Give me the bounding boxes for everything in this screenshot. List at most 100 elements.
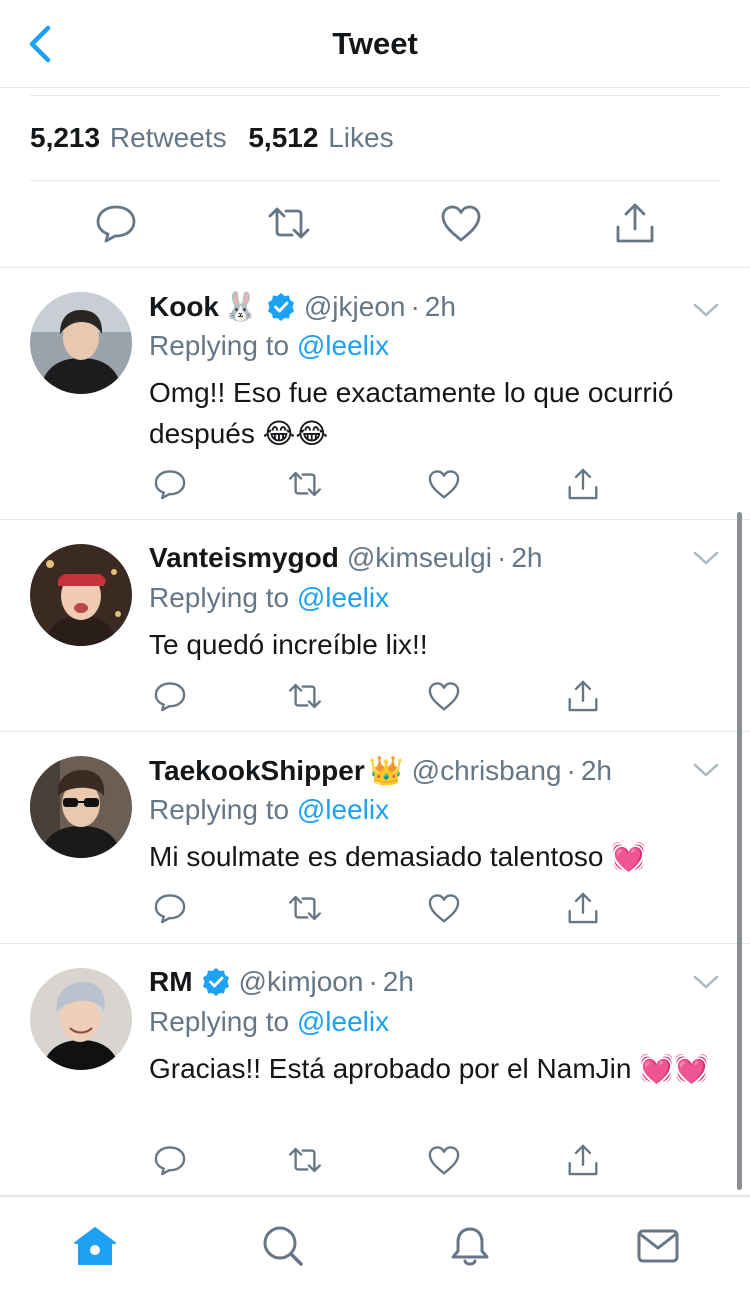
share-button[interactable]	[612, 200, 658, 246]
avatar-image	[30, 756, 132, 858]
retweet-icon[interactable]	[287, 1142, 323, 1178]
bottom-tab-bar	[0, 1196, 750, 1294]
replying-to-line: Replying to @leelix	[149, 794, 389, 826]
tab-search[interactable]	[259, 1223, 305, 1269]
separator-dot: ·	[368, 966, 378, 997]
share-icon[interactable]	[565, 1142, 601, 1178]
replying-to-handle[interactable]: @leelix	[297, 794, 389, 825]
separator-dot: ·	[566, 754, 576, 786]
reply-tweet[interactable]: Kook 🐰 @jkjeon · 2h Replying to @leelix …	[0, 268, 750, 520]
user-handle[interactable]: @jkjeon	[304, 291, 406, 323]
replying-to-line: Replying to @leelix	[149, 1006, 389, 1038]
tab-notifications[interactable]	[447, 1223, 493, 1269]
reply-tweet[interactable]: TaekookShipper 👑 @chrisbang · 2h Replyin…	[0, 732, 750, 944]
avatar[interactable]	[30, 292, 132, 394]
user-handle[interactable]: @kimjoon	[239, 966, 364, 998]
display-name[interactable]: Kook	[149, 291, 219, 323]
reply-text: Omg!! Eso fue exactamente lo que ocurrió…	[149, 377, 674, 449]
avatar-image	[30, 292, 132, 394]
timestamp: 2h	[382, 966, 414, 997]
timestamp: 2h	[424, 290, 456, 322]
retweet-icon[interactable]	[287, 890, 323, 926]
timestamp: 2h	[580, 754, 612, 786]
likes-count[interactable]: 5,512	[248, 122, 318, 153]
share-icon[interactable]	[565, 678, 601, 714]
tab-messages[interactable]	[635, 1223, 681, 1269]
display-name[interactable]: RM	[149, 966, 193, 998]
chevron-down-icon[interactable]	[692, 760, 720, 780]
speech-bubble-icon[interactable]	[152, 678, 188, 714]
avatar-image	[30, 968, 132, 1070]
replying-to-handle[interactable]: @leelix	[297, 1006, 389, 1037]
reply-action-bar	[149, 678, 619, 718]
replying-to-label: Replying to	[149, 582, 290, 613]
page-title: Tweet	[332, 26, 418, 61]
replying-to-handle[interactable]: @leelix	[297, 330, 389, 361]
speech-bubble-icon[interactable]	[152, 890, 188, 926]
speech-bubble-icon[interactable]	[152, 1142, 188, 1178]
tweet-action-bar	[0, 196, 750, 252]
heart-icon[interactable]	[426, 890, 462, 926]
avatar-image	[30, 544, 132, 646]
name-emoji: 🐰	[223, 291, 258, 322]
reply-text: Gracias!! Está aprobado por el NamJin 💓💓	[149, 1053, 709, 1084]
chevron-down-icon[interactable]	[692, 972, 720, 992]
display-name[interactable]: Vanteismygod	[149, 542, 339, 574]
user-handle[interactable]: @kimseulgi	[347, 542, 492, 574]
user-handle[interactable]: @chrisbang	[412, 755, 562, 787]
reply-action-bar	[149, 1142, 619, 1182]
reply-text: Mi soulmate es demasiado talentoso 💓	[149, 841, 647, 872]
share-icon[interactable]	[565, 466, 601, 502]
top-nav-bar: Tweet	[0, 0, 750, 88]
divider	[30, 180, 720, 181]
speech-bubble-icon[interactable]	[152, 466, 188, 502]
replying-to-line: Replying to @leelix	[149, 330, 389, 362]
replying-to-label: Replying to	[149, 794, 290, 825]
replying-to-label: Replying to	[149, 330, 290, 361]
search-icon	[263, 1226, 303, 1266]
replying-to-label: Replying to	[149, 1006, 290, 1037]
envelope-icon	[637, 1229, 679, 1263]
heart-icon[interactable]	[426, 466, 462, 502]
verified-badge-icon	[202, 968, 229, 996]
divider	[30, 95, 720, 96]
reply-tweet[interactable]: RM @kimjoon · 2h Replying to @leelix Gra…	[0, 944, 750, 1196]
name-emoji: 👑	[368, 755, 404, 786]
replying-to-line: Replying to @leelix	[149, 582, 389, 614]
reply-text: Te quedó increíble lix!!	[149, 629, 428, 660]
like-button[interactable]	[438, 200, 484, 246]
verified-badge-icon	[267, 292, 294, 321]
reply-tweet[interactable]: Vanteismygod @kimseulgi · 2h Replying to…	[0, 520, 750, 732]
reply-button[interactable]	[93, 200, 139, 246]
heart-icon[interactable]	[426, 678, 462, 714]
share-icon	[616, 203, 654, 243]
tweet-detail-screen: Tweet 5,213 Retweets 5,512 Likes Kook 🐰 …	[0, 0, 750, 1294]
share-icon[interactable]	[565, 890, 601, 926]
retweet-icon[interactable]	[287, 466, 323, 502]
chevron-down-icon[interactable]	[692, 300, 720, 320]
avatar[interactable]	[30, 968, 132, 1070]
display-name[interactable]: TaekookShipper	[149, 755, 365, 787]
chevron-down-icon[interactable]	[692, 548, 720, 568]
speech-bubble-icon	[96, 205, 136, 243]
retweets-count[interactable]: 5,213	[30, 122, 100, 153]
home-icon	[74, 1227, 116, 1265]
avatar[interactable]	[30, 756, 132, 858]
retweets-label[interactable]: Retweets	[110, 122, 227, 153]
likes-label[interactable]: Likes	[328, 122, 393, 153]
separator-dot: ·	[410, 290, 420, 322]
scrollbar[interactable]	[737, 512, 742, 1190]
tab-home[interactable]	[72, 1223, 118, 1269]
reply-action-bar	[149, 890, 619, 930]
retweet-button[interactable]	[266, 200, 312, 246]
bell-icon	[451, 1227, 489, 1266]
timestamp: 2h	[511, 542, 543, 573]
separator-dot: ·	[496, 542, 507, 573]
replying-to-handle[interactable]: @leelix	[297, 582, 389, 613]
retweet-icon	[268, 207, 310, 239]
retweet-icon[interactable]	[287, 678, 323, 714]
reply-header: TaekookShipper 👑 @chrisbang · 2h	[149, 754, 612, 787]
reply-action-bar	[149, 466, 619, 506]
avatar[interactable]	[30, 544, 132, 646]
heart-icon[interactable]	[426, 1142, 462, 1178]
